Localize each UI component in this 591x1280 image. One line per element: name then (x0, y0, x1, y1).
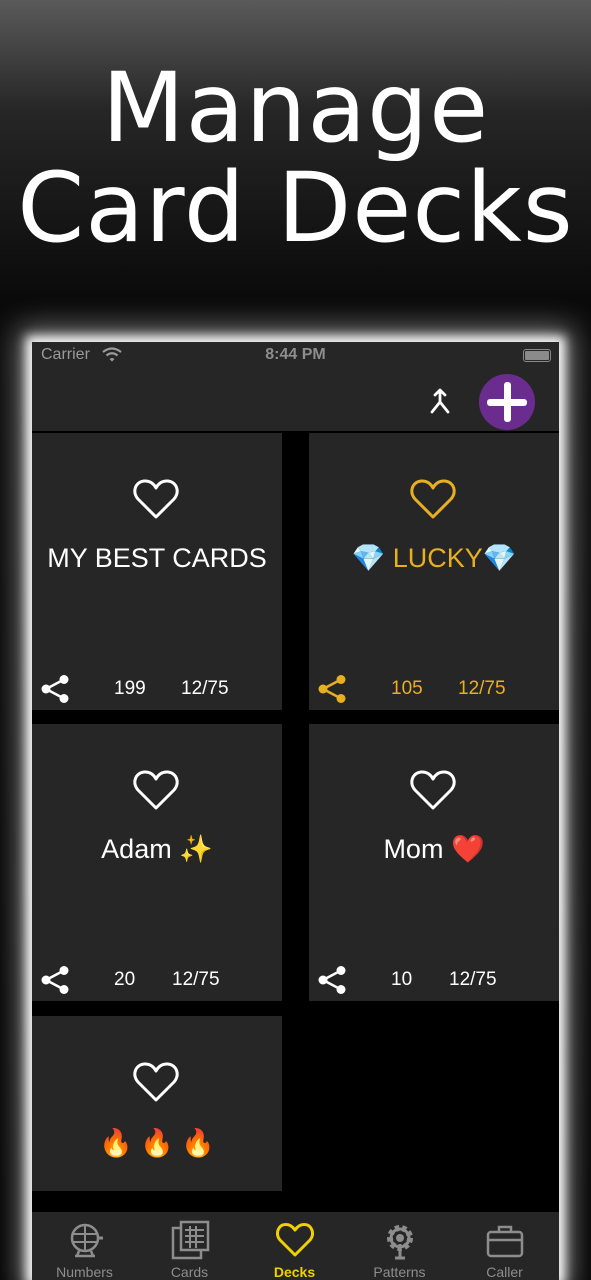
headline-line-1: Manage (101, 52, 490, 164)
deck-card-count: 199 (114, 678, 146, 699)
gear-icon (387, 1225, 413, 1260)
heart-outline-icon[interactable] (409, 768, 457, 812)
tab-label: Numbers (56, 1264, 113, 1280)
deck-ratio: 12/75 (181, 678, 229, 699)
heart-outline-icon[interactable] (132, 477, 180, 521)
deck-card[interactable]: Adam ✨ 20 12/75 (32, 724, 282, 1001)
deck-title: MY BEST CARDS (47, 543, 267, 573)
heart-icon (276, 1222, 314, 1257)
deck-card-count: 10 (391, 969, 413, 990)
battery-icon (523, 349, 551, 362)
deck-card-count: 105 (391, 678, 423, 699)
tab-label: Cards (170, 1264, 209, 1280)
deck-ratio: 12/75 (172, 969, 220, 990)
deck-card-count: 20 (114, 969, 136, 990)
status-time: 8:44 PM (265, 346, 326, 363)
heart-outline-icon[interactable] (132, 768, 180, 812)
headline-line-2: Card Decks (17, 152, 574, 264)
tab-caller[interactable]: Caller (452, 1212, 557, 1280)
status-bar: Carrier 8:44 PM (32, 342, 559, 368)
merge-icon[interactable] (426, 388, 454, 416)
deck-title: Adam ✨ (101, 834, 213, 864)
bingo-card-icon (171, 1220, 210, 1260)
deck-card[interactable]: 💎 LUCKY💎 105 12/75 (309, 433, 559, 710)
deck-ratio: 12/75 (458, 678, 506, 699)
deck-title: Mom ❤️ (383, 834, 485, 864)
share-icon[interactable] (40, 965, 70, 995)
share-icon[interactable] (317, 674, 347, 704)
deck-title: 💎 LUCKY💎 (351, 543, 517, 573)
tab-decks[interactable]: Decks (242, 1212, 347, 1280)
share-icon[interactable] (40, 674, 70, 704)
phone-screen: Carrier 8:44 PM MY BEST CARDS 199 12/75 (32, 342, 559, 1280)
add-deck-button[interactable] (479, 374, 535, 430)
tab-numbers[interactable]: Numbers (32, 1212, 137, 1280)
tab-cards[interactable]: Cards (137, 1212, 242, 1280)
deck-ratio: 12/75 (449, 969, 497, 990)
heart-outline-icon[interactable] (132, 1060, 180, 1104)
deck-title: 🔥 🔥 🔥 (99, 1128, 215, 1158)
deck-card[interactable]: Mom ❤️ 10 12/75 (309, 724, 559, 1001)
tab-patterns[interactable]: Patterns (347, 1212, 452, 1280)
tab-label: Caller (486, 1264, 523, 1280)
tab-label: Decks (273, 1264, 316, 1280)
deck-card[interactable]: 🔥 🔥 🔥 (32, 1016, 282, 1191)
promo-headline: Manage Card Decks (0, 58, 591, 258)
lottery-cage-icon (70, 1223, 103, 1258)
nav-bar (32, 368, 559, 431)
deck-card[interactable]: MY BEST CARDS 199 12/75 (32, 433, 282, 710)
briefcase-icon (486, 1225, 524, 1258)
tab-bar: Numbers Cards Decks Patterns Caller (32, 1212, 559, 1280)
tab-label: Patterns (373, 1264, 426, 1280)
share-icon[interactable] (317, 965, 347, 995)
heart-favorite-icon[interactable] (409, 477, 457, 521)
